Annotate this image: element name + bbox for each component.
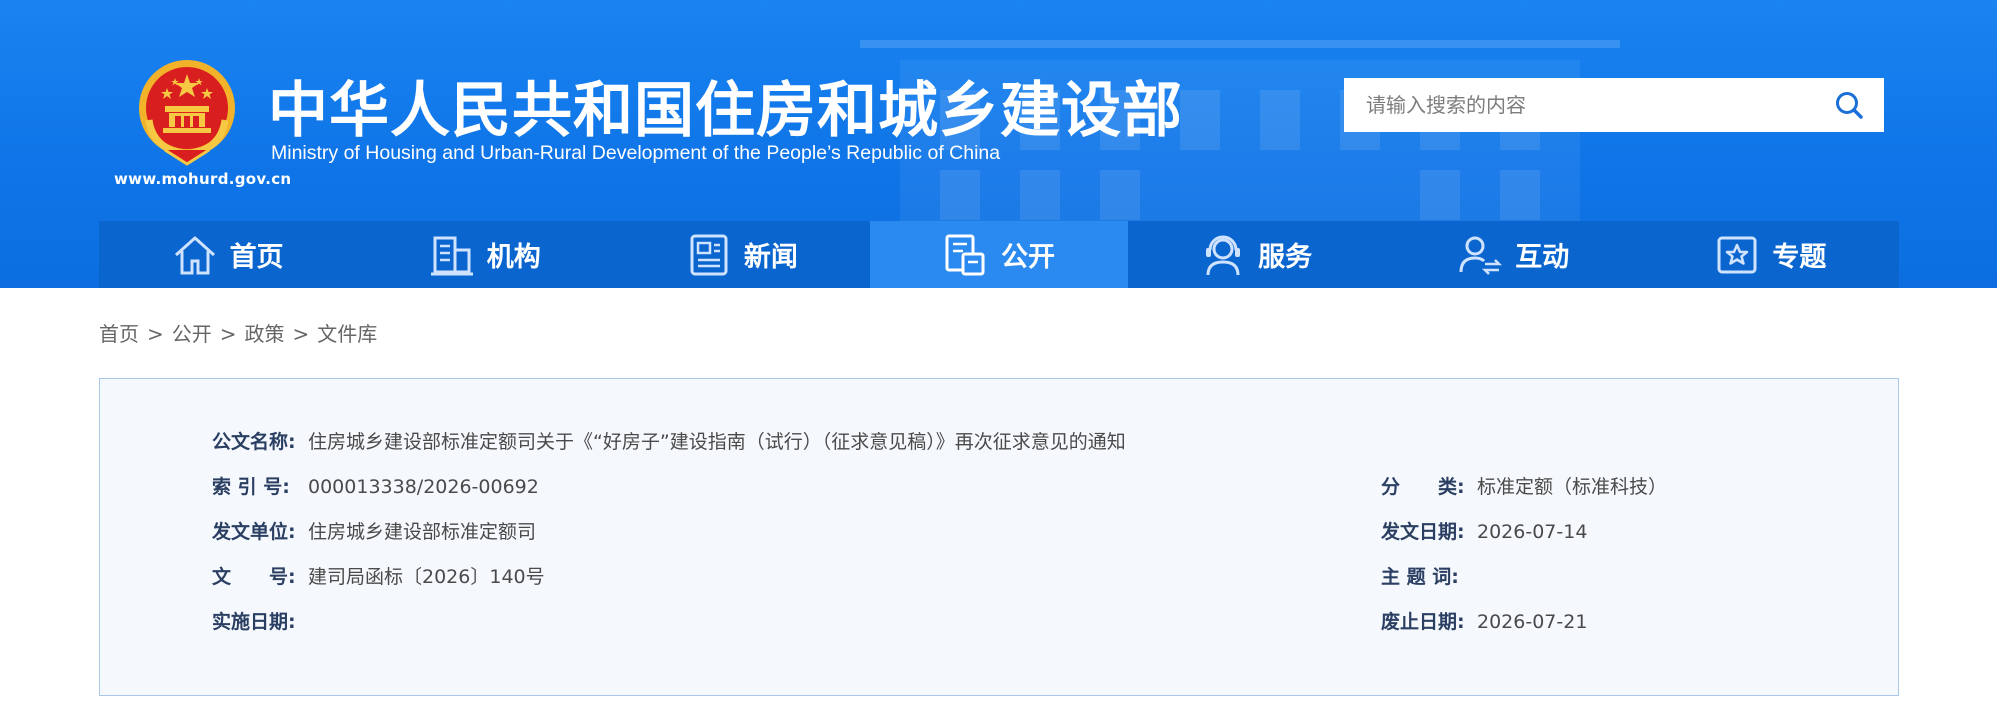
nav-label: 机构	[486, 242, 541, 273]
nav-item-topic[interactable]: 专题	[1642, 221, 1899, 288]
doc-index-row: 索 引 号: 000013338/2026-00692	[212, 474, 539, 500]
search-icon	[1836, 92, 1863, 119]
nav-label: 首页	[229, 242, 284, 273]
document-icon	[945, 234, 985, 275]
search-box	[1344, 78, 1884, 132]
service-agent-icon	[1206, 235, 1241, 275]
doc-number-label: 文 号:	[212, 566, 296, 588]
doc-issuer-row: 发文单位: 住房城乡建设部标准定额司	[212, 519, 536, 545]
nav-label: 公开	[1000, 242, 1055, 273]
document-info-panel: 公文名称: 住房城乡建设部标准定额司关于《“好房子”建设指南（试行）（征求意见稿…	[99, 378, 1899, 696]
doc-category-row: 分 类: 标准定额（标准科技）	[1381, 474, 1667, 500]
building-icon	[430, 236, 473, 275]
doc-date-value: 2026-07-14	[1477, 521, 1588, 543]
nav-label: 专题	[1772, 242, 1827, 273]
breadcrumb: 首页 > 公开 > 政策 > 文件库	[99, 318, 377, 347]
nav-label: 新闻	[743, 242, 798, 273]
nav-item-news[interactable]: 新闻	[613, 221, 870, 288]
nav-item-org[interactable]: 机构	[356, 221, 613, 288]
doc-expiry-label: 废止日期:	[1381, 611, 1465, 633]
breadcrumb-open[interactable]: 公开	[172, 322, 212, 346]
doc-expiry-row: 废止日期: 2026-07-21	[1381, 609, 1587, 635]
breadcrumb-separator: >	[219, 322, 237, 346]
home-icon	[174, 236, 215, 274]
interact-user-icon	[1459, 236, 1503, 275]
doc-index-value: 000013338/2026-00692	[308, 476, 539, 498]
doc-expiry-value: 2026-07-21	[1477, 611, 1588, 633]
doc-number-value: 建司局函标〔2026〕140号	[308, 566, 545, 588]
doc-issuer-label: 发文单位:	[212, 521, 296, 543]
breadcrumb-separator: >	[292, 322, 310, 346]
search-button[interactable]	[1814, 78, 1884, 132]
doc-number-row: 文 号: 建司局函标〔2026〕140号	[212, 564, 545, 590]
site-title-cn: 中华人民共和国住房和城乡建设部	[268, 76, 1183, 146]
doc-effective-label: 实施日期:	[212, 611, 296, 633]
breadcrumb-separator: >	[147, 322, 164, 346]
nav-item-service[interactable]: 服务	[1128, 221, 1385, 288]
breadcrumb-home[interactable]: 首页	[99, 322, 139, 346]
news-icon	[690, 234, 728, 275]
nav-item-home[interactable]: 首页	[99, 221, 356, 288]
main-nav: 首页 机构 新闻 公开 服务 互动 专题	[99, 221, 1899, 288]
doc-category-label: 分 类:	[1381, 476, 1465, 498]
doc-date-label: 发文日期:	[1381, 521, 1465, 543]
doc-name-value: 住房城乡建设部标准定额司关于《“好房子”建设指南（试行）（征求意见稿）》再次征求…	[308, 431, 1126, 453]
nav-item-open[interactable]: 公开	[870, 221, 1128, 288]
doc-keywords-label: 主 题 词:	[1381, 566, 1459, 588]
search-input[interactable]	[1344, 78, 1814, 132]
national-emblem-icon	[135, 58, 239, 168]
doc-date-row: 发文日期: 2026-07-14	[1381, 519, 1587, 545]
nav-item-interact[interactable]: 互动	[1385, 221, 1642, 288]
site-url: www.mohurd.gov.cn	[114, 170, 292, 188]
nav-label: 服务	[1258, 242, 1313, 273]
site-title-en: Ministry of Housing and Urban-Rural Deve…	[271, 142, 1001, 164]
doc-name-label: 公文名称:	[212, 431, 296, 453]
breadcrumb-library[interactable]: 文件库	[317, 322, 377, 346]
site-header: www.mohurd.gov.cn 中华人民共和国住房和城乡建设部 Minist…	[0, 0, 1997, 288]
nav-label: 互动	[1515, 242, 1570, 273]
doc-issuer-value: 住房城乡建设部标准定额司	[308, 521, 537, 543]
doc-keywords-row: 主 题 词:	[1381, 564, 1477, 590]
doc-name-row: 公文名称: 住房城乡建设部标准定额司关于《“好房子”建设指南（试行）（征求意见稿…	[212, 429, 1126, 455]
doc-effective-row: 实施日期:	[212, 609, 308, 635]
doc-index-label: 索 引 号:	[212, 476, 290, 498]
breadcrumb-policy[interactable]: 政策	[245, 322, 285, 346]
star-topic-icon	[1717, 236, 1757, 273]
doc-category-value: 标准定额（标准科技）	[1477, 476, 1668, 498]
